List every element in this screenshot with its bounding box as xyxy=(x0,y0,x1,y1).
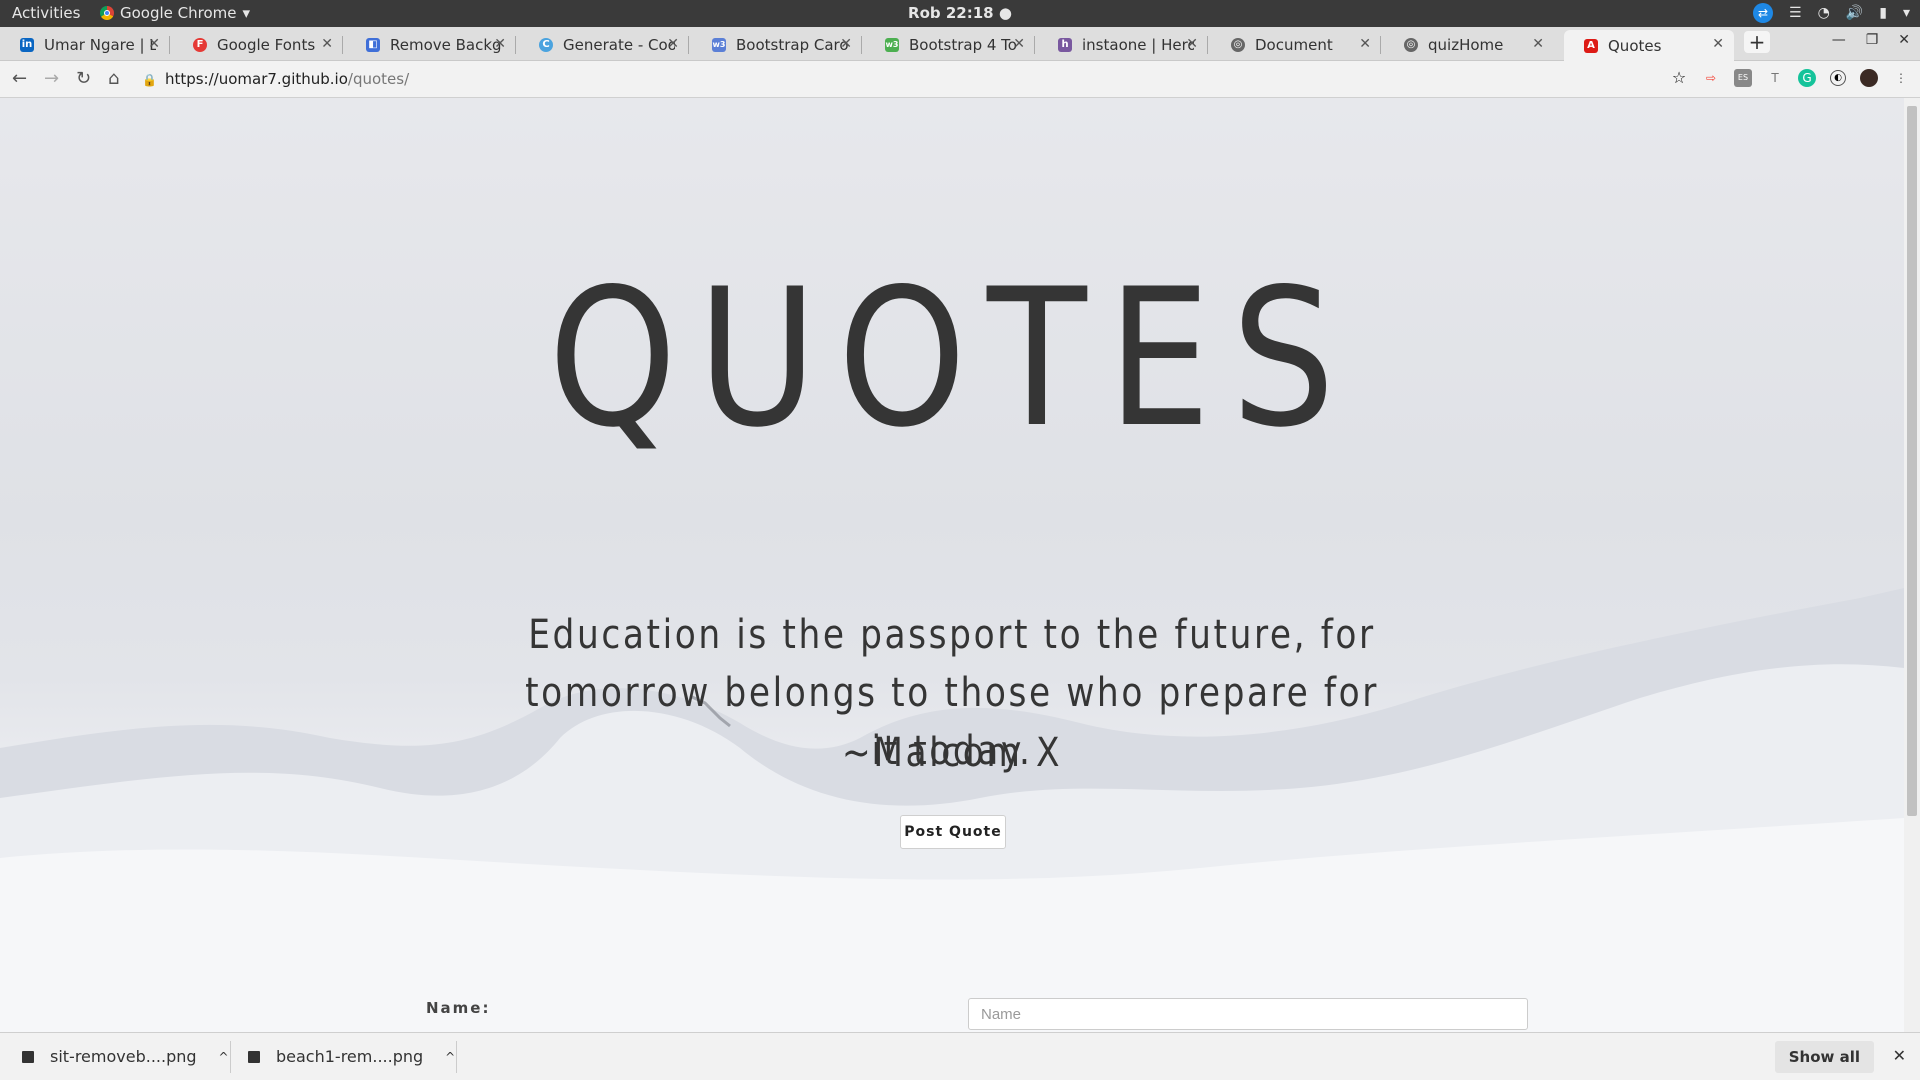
linkedin-icon: in xyxy=(20,38,34,52)
page-content: QUOTES Education is the passport to the … xyxy=(0,98,1904,1032)
lock-icon[interactable]: 🔒 xyxy=(142,67,157,93)
tab-google-fonts[interactable]: F Google Fonts ✕ xyxy=(173,30,343,60)
kebab-menu-icon[interactable]: ⋮ xyxy=(1892,69,1910,87)
snow-mountains-background xyxy=(0,588,1904,1032)
system-top-bar: Activities Google Chrome ▾ Rob 22:18 ● ⇄… xyxy=(0,0,1920,27)
download-item[interactable]: beach1-rem....png ^ xyxy=(248,1047,455,1066)
wifi-icon: ◔ xyxy=(1817,5,1830,21)
quote-author: ~Malcom X xyxy=(841,730,1063,776)
extension-icon[interactable]: ES xyxy=(1734,69,1752,87)
tab-strip: in Umar Ngare | Li ✕ F Google Fonts ✕ ◧ … xyxy=(0,27,1920,61)
close-icon[interactable]: ✕ xyxy=(321,36,333,52)
restore-icon[interactable]: ❐ xyxy=(1866,32,1879,48)
activities-button[interactable]: Activities xyxy=(12,4,80,22)
system-tray[interactable]: ⇄ ☰ ◔ 🔊 ▮ ▾ xyxy=(1753,3,1910,23)
tab-title: Bootstrap 4 To xyxy=(909,36,1017,54)
avatar[interactable] xyxy=(1860,69,1878,87)
tab-title: Generate - Cool xyxy=(563,36,675,54)
page-scrollbar[interactable] xyxy=(1904,98,1920,1032)
tab-title: quizHome xyxy=(1428,36,1504,54)
google-fonts-icon: F xyxy=(193,38,207,52)
bookmark-star-icon[interactable]: ☆ xyxy=(1670,69,1688,87)
browser-toolbar: ← → ↻ ⌂ 🔒 https://uomar7.github.io/quotes… xyxy=(0,61,1920,98)
close-icon[interactable]: ✕ xyxy=(1186,36,1198,52)
tab-title: Remove Backgr xyxy=(390,36,502,54)
tab-coolors[interactable]: C Generate - Cool ✕ xyxy=(519,30,689,60)
file-icon xyxy=(22,1050,34,1063)
app-menu[interactable]: Google Chrome ▾ xyxy=(100,4,250,22)
app-menu-label: Google Chrome xyxy=(120,4,237,22)
forward-arrow-icon[interactable]: → xyxy=(44,68,59,89)
tab-heroku[interactable]: h instaone | Hero ✕ xyxy=(1038,30,1208,60)
download-item[interactable]: sit-removeb....png ^ xyxy=(22,1047,229,1066)
tab-title: instaone | Hero xyxy=(1082,36,1194,54)
tab-bootstrap-4[interactable]: w3 Bootstrap 4 To ✕ xyxy=(865,30,1035,60)
tab-bootstrap-carousel[interactable]: w3 Bootstrap Caro ✕ xyxy=(692,30,862,60)
chevron-up-icon[interactable]: ^ xyxy=(445,1050,455,1064)
close-icon[interactable]: ✕ xyxy=(1359,36,1371,52)
menu-icon[interactable]: ☰ xyxy=(1789,5,1802,21)
teamviewer-icon[interactable]: ⇄ xyxy=(1753,3,1774,23)
extension-icon[interactable]: ⇨ xyxy=(1702,69,1720,87)
page-title: QUOTES xyxy=(548,248,1356,469)
new-tab-button[interactable]: + xyxy=(1744,31,1770,53)
tab-title: Google Fonts xyxy=(217,36,316,54)
extension-icon[interactable]: ◐ xyxy=(1830,70,1846,86)
chrome-icon xyxy=(100,6,114,20)
tab-linkedin[interactable]: in Umar Ngare | Li ✕ xyxy=(0,30,170,60)
extension-icons: ☆ ⇨ ES T G ◐ ⋮ xyxy=(1670,69,1910,87)
tab-title: Bootstrap Caro xyxy=(736,36,848,54)
chevron-up-icon[interactable]: ^ xyxy=(219,1050,229,1064)
remove-bg-icon: ◧ xyxy=(366,38,380,52)
home-icon[interactable]: ⌂ xyxy=(108,68,119,89)
tab-title: Umar Ngare | Li xyxy=(44,36,156,54)
globe-icon: ◎ xyxy=(1404,38,1418,52)
tab-title: Quotes xyxy=(1608,36,1662,55)
minimize-icon[interactable]: — xyxy=(1832,32,1846,48)
close-icon[interactable]: ✕ xyxy=(1532,36,1544,52)
close-icon[interactable]: ✕ xyxy=(1893,1046,1906,1065)
scrollbar-thumb[interactable] xyxy=(1907,106,1917,816)
battery-icon: ▮ xyxy=(1879,5,1887,21)
url-host: https://uomar7.github.io xyxy=(164,70,348,88)
back-arrow-icon[interactable]: ← xyxy=(12,68,27,89)
address-bar[interactable]: 🔒 https://uomar7.github.io/quotes/ xyxy=(142,66,1642,92)
download-filename: beach1-rem....png xyxy=(276,1047,424,1066)
tab-quotes[interactable]: A Quotes ✕ xyxy=(1564,30,1734,61)
chevron-down-icon[interactable]: ▾ xyxy=(1903,5,1910,21)
post-quote-button[interactable]: Post Quote xyxy=(900,815,1006,849)
close-icon[interactable]: ✕ xyxy=(1712,36,1724,52)
grammarly-icon[interactable]: G xyxy=(1798,69,1816,87)
file-icon xyxy=(248,1050,260,1063)
close-icon[interactable]: ✕ xyxy=(148,36,160,52)
reload-icon[interactable]: ↻ xyxy=(76,68,91,89)
close-icon[interactable]: ✕ xyxy=(840,36,852,52)
close-icon[interactable]: ✕ xyxy=(667,36,679,52)
notification-dot-icon: ● xyxy=(998,4,1012,22)
tab-title: Document xyxy=(1255,36,1333,54)
globe-icon: ◎ xyxy=(1231,38,1245,52)
clock[interactable]: Rob 22:18 xyxy=(908,4,994,22)
w3schools-icon: w3 xyxy=(885,38,899,52)
volume-icon: 🔊 xyxy=(1845,5,1864,21)
close-window-icon[interactable]: ✕ xyxy=(1898,32,1910,48)
tab-remove-bg[interactable]: ◧ Remove Backgr ✕ xyxy=(346,30,516,60)
heroku-icon: h xyxy=(1058,38,1072,52)
close-icon[interactable]: ✕ xyxy=(494,36,506,52)
name-label: Name: xyxy=(426,999,491,1017)
downloads-shelf: sit-removeb....png ^ beach1-rem....png ^… xyxy=(0,1032,1920,1080)
w3schools-icon: w3 xyxy=(712,38,726,52)
window-controls: — ❐ ✕ xyxy=(1832,32,1910,48)
coolors-icon: C xyxy=(539,38,553,52)
tab-document[interactable]: ◎ Document ✕ xyxy=(1211,30,1381,60)
extension-icon[interactable]: T xyxy=(1766,69,1784,87)
name-field[interactable] xyxy=(968,998,1528,1030)
tab-quizhome[interactable]: ◎ quizHome ✕ xyxy=(1384,30,1554,60)
chevron-down-icon: ▾ xyxy=(242,4,251,22)
download-filename: sit-removeb....png xyxy=(50,1047,197,1066)
close-icon[interactable]: ✕ xyxy=(1013,36,1025,52)
url-path: /quotes/ xyxy=(347,70,410,88)
show-all-button[interactable]: Show all xyxy=(1774,1041,1874,1073)
angular-icon: A xyxy=(1584,38,1598,53)
